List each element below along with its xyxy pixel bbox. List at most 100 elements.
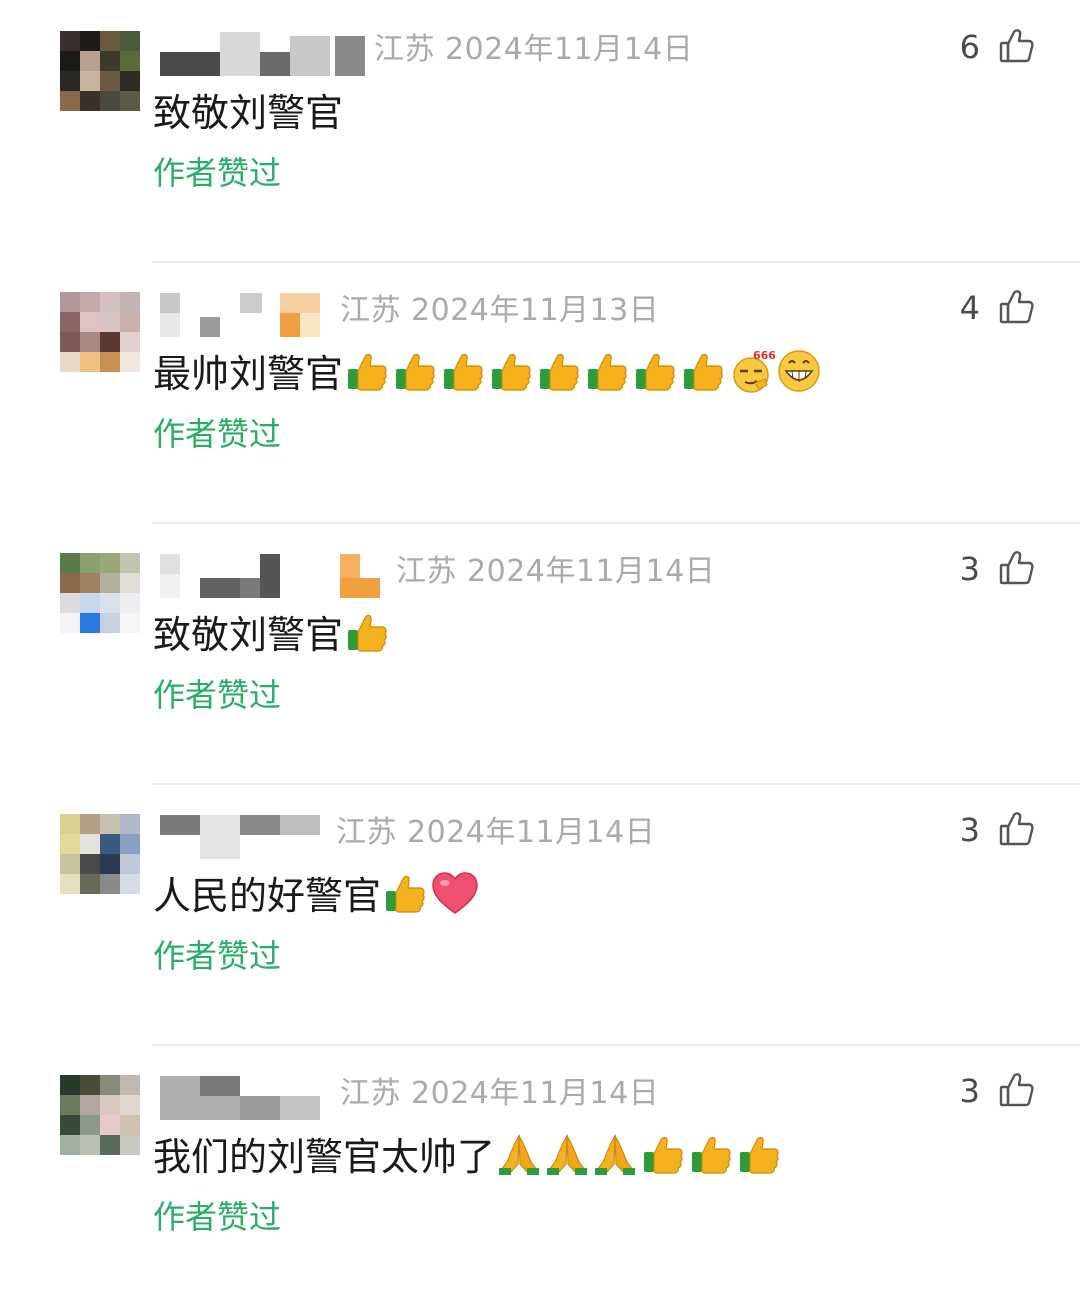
comment-text-line: 最帅刘警官 666 [153, 343, 825, 398]
avatar-pixel [120, 553, 140, 573]
avatar-pixel [60, 332, 80, 352]
thumbs-up-emoji [689, 1132, 733, 1176]
comment-item: 江苏 2024年11月13日 最帅刘警官 666 作者赞过 4 [0, 261, 1080, 522]
comment-text-line: 我们的刘警官太帅了 [153, 1126, 785, 1181]
avatar-pixel [120, 1135, 140, 1155]
comment-text: 致敬刘警官 [153, 613, 344, 657]
divider [152, 522, 1080, 524]
thumbs-up-outline-icon[interactable] [998, 811, 1034, 847]
like-count: 3 [959, 550, 980, 588]
avatar-pixel [100, 553, 120, 573]
avatar[interactable] [60, 814, 140, 894]
avatar-pixel [60, 874, 80, 894]
avatar-pixel [100, 91, 120, 111]
avatar-pixel [120, 834, 140, 854]
avatar-pixel [100, 1095, 120, 1115]
emoji-row [497, 1132, 785, 1176]
username-pixel [160, 293, 180, 313]
comment-item: 江苏 2024年11月14日 致敬刘警官 作者赞过 3 [0, 522, 1080, 783]
thumbs-up-emoji [641, 1132, 685, 1176]
avatar-pixel [100, 1135, 120, 1155]
username-pixel [200, 317, 220, 337]
avatar-pixel [60, 51, 80, 71]
avatar-pixel [100, 874, 120, 894]
emoji-row [345, 610, 393, 654]
avatar-pixel [60, 854, 80, 874]
pray-emoji [593, 1132, 637, 1176]
avatar-pixel [60, 1095, 80, 1115]
thumbs-up-emoji [393, 349, 437, 393]
avatar-pixel [100, 1075, 120, 1095]
thumbs-up-emoji [537, 349, 581, 393]
comment-text: 人民的好警官 [153, 874, 382, 918]
avatar-pixel [80, 71, 100, 91]
username-pixel [260, 554, 280, 598]
avatar[interactable] [60, 553, 140, 633]
username-pixel [280, 313, 300, 337]
comment-text: 最帅刘警官 [153, 352, 344, 396]
like-count: 6 [959, 28, 980, 66]
username-pixel [240, 1096, 280, 1120]
thumbs-up-emoji [345, 349, 389, 393]
username-blurred[interactable] [160, 32, 380, 76]
avatar-pixel [100, 613, 120, 633]
comment-meta: 江苏 2024年11月13日 [340, 293, 660, 328]
avatar-pixel [80, 51, 100, 71]
avatar-pixel [80, 1135, 100, 1155]
username-pixel [160, 574, 180, 598]
avatar-pixel [60, 593, 80, 613]
avatar[interactable] [60, 292, 140, 372]
666-emoji: 666 [729, 349, 776, 393]
avatar-pixel [100, 834, 120, 854]
username-pixel [340, 578, 380, 598]
username-pixel [240, 815, 280, 835]
author-liked-label: 作者赞过 [153, 937, 282, 975]
svg-text:666: 666 [753, 349, 776, 362]
avatar[interactable] [60, 31, 140, 111]
avatar-pixel [80, 1115, 100, 1135]
author-liked-label: 作者赞过 [153, 154, 282, 192]
thumbs-up-emoji [585, 349, 629, 393]
avatar-pixel [80, 613, 100, 633]
avatar-pixel [60, 1075, 80, 1095]
thumbs-up-outline-icon[interactable] [998, 28, 1034, 64]
username-pixel [280, 815, 320, 835]
avatar-pixel [60, 1115, 80, 1135]
avatar-pixel [80, 573, 100, 593]
avatar-pixel [100, 292, 120, 312]
avatar-pixel [120, 874, 140, 894]
avatar-pixel [80, 854, 100, 874]
author-liked-label: 作者赞过 [153, 1198, 282, 1236]
thumbs-up-outline-icon[interactable] [998, 1072, 1034, 1108]
avatar-pixel [100, 1115, 120, 1135]
avatar-pixel [120, 1095, 140, 1115]
avatar-pixel [60, 553, 80, 573]
username-pixel [335, 36, 365, 76]
comment-item: 江苏 2024年11月14日 致敬刘警官 作者赞过 6 [0, 0, 1080, 261]
username-pixel [290, 36, 330, 76]
comment-item: 江苏 2024年11月14日 人民的好警官 作者赞过 3 [0, 783, 1080, 1044]
username-blurred[interactable] [160, 554, 380, 598]
avatar-pixel [60, 91, 80, 111]
comment-text-line: 致敬刘警官 [153, 604, 393, 659]
avatar-pixel [80, 1095, 100, 1115]
avatar-pixel [100, 332, 120, 352]
thumbs-up-outline-icon[interactable] [998, 550, 1034, 586]
username-pixel [240, 293, 262, 313]
comment-meta: 江苏 2024年11月14日 [340, 1076, 660, 1111]
pray-emoji [497, 1132, 541, 1176]
thumbs-up-outline-icon[interactable] [998, 289, 1034, 325]
username-pixel [220, 32, 260, 76]
username-pixel [160, 52, 220, 76]
avatar-pixel [120, 71, 140, 91]
emoji-row: 666 [345, 349, 825, 393]
thumbs-up-emoji [441, 349, 485, 393]
username-pixel [200, 1076, 240, 1096]
avatar-pixel [60, 71, 80, 91]
username-pixel [300, 313, 320, 337]
like-count: 3 [959, 811, 980, 849]
username-pixel [160, 554, 180, 574]
thumbs-up-emoji [345, 610, 389, 654]
avatar[interactable] [60, 1075, 140, 1155]
avatar-pixel [120, 854, 140, 874]
